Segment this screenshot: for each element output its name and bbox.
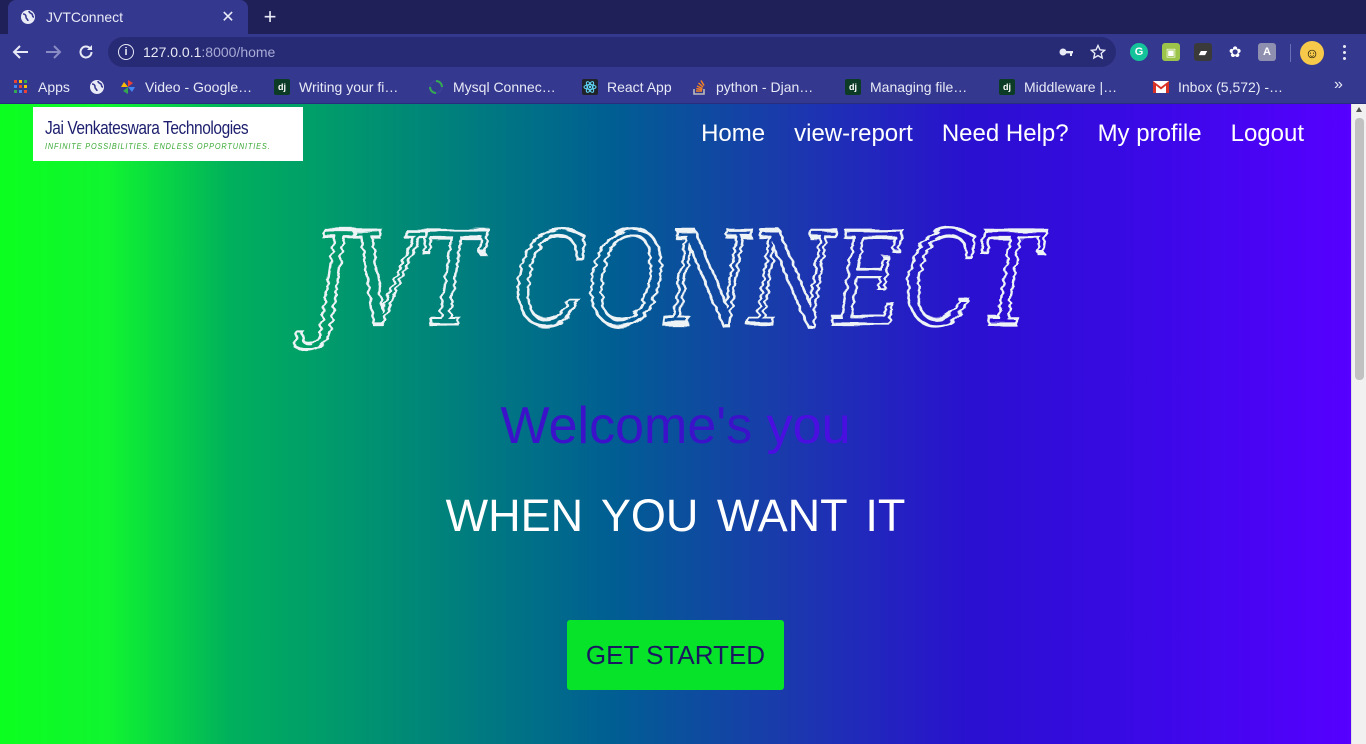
nav-home[interactable]: Home <box>701 120 765 148</box>
bookmarks-overflow-button[interactable]: » <box>1334 76 1343 94</box>
bookmark-react-app[interactable]: React App <box>582 77 672 97</box>
get-started-button[interactable]: GET STARTED <box>567 620 784 690</box>
bookmark-python-django[interactable]: python - Djan… <box>691 77 813 97</box>
toolbar-divider <box>1290 44 1291 62</box>
forward-arrow-icon[interactable] <box>40 39 66 65</box>
font-extension-icon[interactable]: A <box>1258 43 1276 61</box>
reload-icon[interactable] <box>73 39 99 65</box>
site-info-icon[interactable]: i <box>118 44 134 60</box>
close-icon[interactable]: ✕ <box>218 7 238 27</box>
url-text: 127.0.0.1:8000/home <box>143 44 276 60</box>
key-icon[interactable] <box>1058 44 1074 60</box>
grammarly-extension-icon[interactable]: G <box>1130 43 1148 61</box>
nav-logout[interactable]: Logout <box>1231 120 1304 148</box>
hero-title: JVT CONNECT <box>0 200 1351 356</box>
new-tab-button[interactable]: + <box>258 5 282 29</box>
bookmark-star-icon[interactable] <box>1090 44 1106 60</box>
django-icon: dj <box>999 79 1015 95</box>
globe-icon <box>20 9 36 25</box>
browser-toolbar: i 127.0.0.1:8000/home G ▣ ▰ ✿ A ☺ <box>0 34 1366 70</box>
nav-my-profile[interactable]: My profile <box>1098 120 1202 148</box>
bookmark-managing-files[interactable]: dj Managing file… <box>845 77 967 97</box>
django-icon: dj <box>274 79 290 95</box>
loading-ring-icon <box>428 79 444 95</box>
hero-tagline: WHEN YOU WANT IT <box>445 490 906 541</box>
scrollbar-thumb[interactable] <box>1355 118 1364 380</box>
bookmarks-bar: Apps Video - Google… dj Writing your fi…… <box>0 70 1366 104</box>
stackoverflow-icon <box>691 79 707 95</box>
scroll-up-arrow-icon[interactable] <box>1356 107 1362 112</box>
classroom-extension-icon[interactable]: ▣ <box>1162 43 1180 61</box>
page-scrollbar[interactable] <box>1351 104 1366 744</box>
page-viewport: Jai Venkateswara Technologies INFINITE P… <box>0 104 1366 744</box>
gmail-icon <box>1153 79 1169 95</box>
bookmark-apps[interactable]: Apps <box>13 77 70 97</box>
hero-title-text: JVT CONNECT <box>294 206 1047 355</box>
welcome-tail: you <box>766 397 851 455</box>
bookmark-video-google[interactable]: Video - Google… <box>120 77 252 97</box>
logo-text: Jai Venkateswara Technologies INFINITE P… <box>45 118 307 151</box>
main-nav: Home view-report Need Help? My profile L… <box>701 120 1304 148</box>
bookmark-mysql-connector[interactable]: Mysql Connec… <box>428 77 556 97</box>
django-icon: dj <box>845 79 861 95</box>
clapper-extension-icon[interactable]: ▰ <box>1194 43 1212 61</box>
welcome-heading: Welcome's you <box>0 396 1351 456</box>
tab-title: JVTConnect <box>46 9 124 25</box>
react-icon <box>582 79 598 95</box>
bookmark-middleware[interactable]: dj Middleware |… <box>999 77 1117 97</box>
apps-grid-icon <box>13 79 29 95</box>
nav-view-report[interactable]: view-report <box>794 120 913 148</box>
nav-need-help[interactable]: Need Help? <box>942 120 1069 148</box>
bookmark-globe[interactable] <box>89 77 114 97</box>
company-logo[interactable]: Jai Venkateswara Technologies INFINITE P… <box>33 107 303 161</box>
menu-kebab-icon[interactable] <box>1334 40 1354 64</box>
bookmark-inbox[interactable]: Inbox (5,572) -… <box>1153 77 1283 97</box>
logo-title: Jai Venkateswara Technologies <box>45 117 249 138</box>
bookmark-writing-your-first[interactable]: dj Writing your fi… <box>274 77 398 97</box>
welcome-main: Welcome's <box>500 397 753 455</box>
landing-page: Jai Venkateswara Technologies INFINITE P… <box>0 104 1351 744</box>
google-pinwheel-icon <box>120 79 136 95</box>
gnome-extension-icon[interactable]: ✿ <box>1226 43 1244 61</box>
tab-strip: JVTConnect ✕ + <box>0 0 1366 34</box>
profile-avatar-icon[interactable]: ☺ <box>1300 41 1324 65</box>
globe-icon <box>89 79 105 95</box>
browser-tab[interactable]: JVTConnect ✕ <box>8 0 248 34</box>
back-arrow-icon[interactable] <box>8 39 34 65</box>
address-bar[interactable]: i 127.0.0.1:8000/home <box>108 37 1116 67</box>
logo-tagline: INFINITE POSSIBILITIES. ENDLESS OPPORTUN… <box>45 140 271 151</box>
